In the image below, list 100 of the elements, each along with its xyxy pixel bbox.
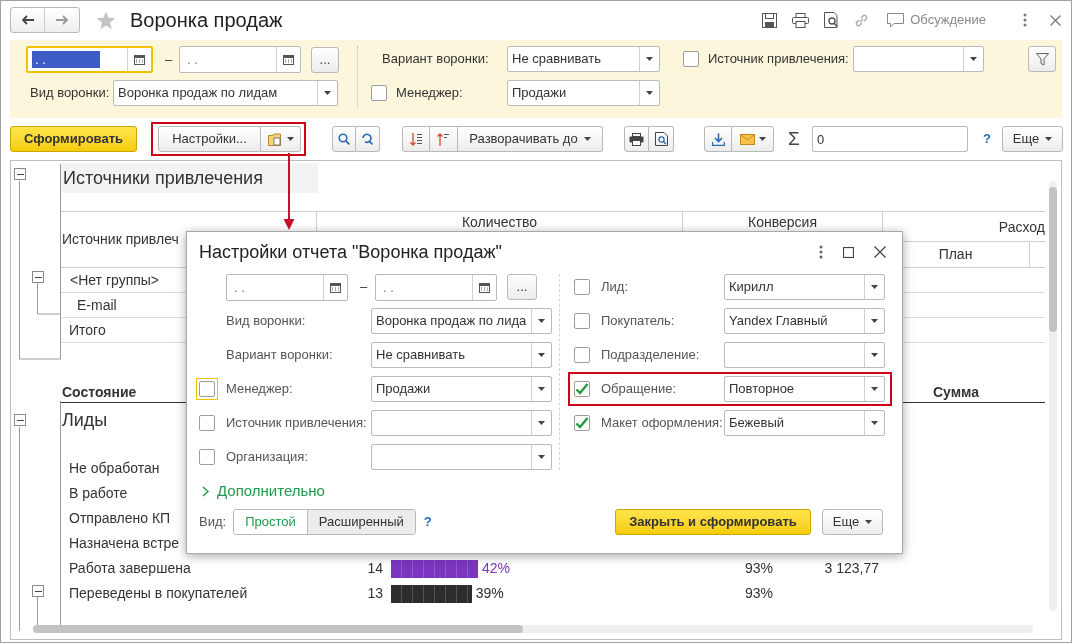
caret-icon <box>583 137 591 141</box>
print-button[interactable] <box>624 126 649 152</box>
column-header: Конверсия <box>748 213 817 231</box>
close-and-generate-button[interactable]: Закрыть и сформировать <box>615 509 811 535</box>
field-label: Вид воронки: <box>29 84 111 103</box>
more-options-toggle[interactable]: Дополнительно <box>202 480 325 502</box>
help-link[interactable]: ? <box>983 129 991 149</box>
percent-value: 42% <box>481 559 510 578</box>
search-button[interactable] <box>332 126 356 152</box>
settings-button[interactable]: Настройки... <box>158 126 261 152</box>
checkbox[interactable] <box>574 279 590 295</box>
select-field[interactable] <box>724 342 885 368</box>
view-tab[interactable]: Расширенный <box>306 510 415 534</box>
filter-icon <box>1035 52 1049 66</box>
select-field[interactable]: Продажи <box>507 80 660 106</box>
caret-icon <box>871 319 878 323</box>
select-field[interactable] <box>853 46 984 72</box>
checkbox[interactable] <box>574 381 590 397</box>
search-refresh-icon <box>361 133 374 145</box>
calendar-icon <box>134 54 145 65</box>
collapse-button[interactable] <box>14 168 26 180</box>
select-field[interactable] <box>371 444 552 470</box>
help-link[interactable]: ? <box>423 512 432 532</box>
column-header: Состояние <box>62 384 137 400</box>
link-icon[interactable] <box>854 12 870 28</box>
collapse-button[interactable] <box>14 414 26 426</box>
select-field[interactable]: Бежевый <box>724 410 885 436</box>
caret-icon <box>324 91 331 95</box>
select-field[interactable]: Воронка продаж по лида <box>371 308 552 334</box>
date-field[interactable]: . . <box>226 273 348 301</box>
select-field[interactable]: Не сравнивать <box>507 46 660 72</box>
close-icon[interactable] <box>874 246 886 258</box>
vertical-scrollbar[interactable] <box>1049 181 1057 611</box>
forward-arrow-icon <box>55 15 69 25</box>
preview-icon <box>654 132 668 146</box>
checkbox[interactable] <box>683 51 699 67</box>
select-field[interactable]: Не сравнивать <box>371 342 552 368</box>
close-icon[interactable] <box>1050 14 1061 26</box>
caret-icon <box>1045 137 1053 141</box>
print-icon[interactable] <box>792 12 810 28</box>
select-field[interactable] <box>371 410 552 436</box>
more-button[interactable]: Еще <box>1001 126 1063 152</box>
send-mail-button[interactable] <box>732 126 774 152</box>
sum-field[interactable]: 0 <box>812 126 968 152</box>
more-button[interactable]: Еще <box>822 509 883 535</box>
filter-button[interactable] <box>1028 46 1056 72</box>
star-icon[interactable] <box>96 10 116 30</box>
dialog-title: Настройки отчета "Воронка продаж" <box>199 240 502 264</box>
check-icon <box>575 417 589 429</box>
maximize-icon[interactable] <box>843 246 854 258</box>
caret-icon <box>865 520 873 524</box>
checkbox[interactable] <box>574 313 590 329</box>
discussion-button[interactable]: Обсуждение <box>887 10 986 30</box>
preview-button[interactable] <box>649 126 674 152</box>
search-refresh-button[interactable] <box>356 126 380 152</box>
period-button[interactable]: ... <box>311 46 339 73</box>
preview-icon[interactable] <box>824 12 840 28</box>
conversion-value: 93% <box>743 584 773 603</box>
select-field[interactable]: Кирилл <box>724 274 885 300</box>
horizontal-scrollbar[interactable] <box>33 625 1033 633</box>
checkbox[interactable] <box>574 415 590 431</box>
checkbox[interactable] <box>371 85 387 101</box>
select-field[interactable]: Продажи <box>371 376 552 402</box>
check-icon <box>575 383 589 395</box>
field-label: Вид: <box>199 513 227 532</box>
checkbox[interactable] <box>199 415 215 431</box>
collapse-button[interactable] <box>32 585 44 597</box>
more-icon[interactable] <box>1023 13 1027 27</box>
caret-icon <box>871 387 878 391</box>
expand-to-button[interactable]: Разворачивать до <box>458 126 603 152</box>
save-icon[interactable] <box>762 12 778 28</box>
date-field[interactable]: . . <box>26 46 153 73</box>
conversion-value: 93% <box>743 559 773 578</box>
period-button[interactable]: ... <box>507 274 537 300</box>
back-arrow-icon <box>20 15 35 25</box>
caret-icon <box>646 57 653 61</box>
generate-button[interactable]: Сформировать <box>10 126 137 152</box>
count-value: 13 <box>366 584 383 603</box>
date-field[interactable]: . . <box>375 273 497 301</box>
field-label: Менеджер: <box>396 84 464 103</box>
select-field[interactable]: Повторное <box>724 376 885 402</box>
more-icon[interactable] <box>819 245 823 259</box>
column-header: Источник привлеч <box>62 230 179 249</box>
field-label: Вариант воронки: <box>381 50 490 69</box>
field-label: Источник привлечения: <box>708 50 850 69</box>
checkbox[interactable] <box>199 449 215 465</box>
date-field[interactable]: . . <box>179 46 301 73</box>
select-field[interactable]: Yandex Главный <box>724 308 885 334</box>
group-title: Лиды <box>62 410 108 430</box>
calendar-icon <box>479 281 490 293</box>
collapse-button[interactable] <box>32 271 44 283</box>
select-field[interactable]: Воронка продаж по лидам <box>113 80 338 106</box>
calendar-icon <box>330 281 341 293</box>
checkbox[interactable] <box>574 347 590 363</box>
save-file-button[interactable] <box>704 126 732 152</box>
caret-icon <box>871 353 878 357</box>
caret-icon <box>871 421 878 425</box>
report-variant-button[interactable] <box>261 126 301 152</box>
sum-value: 3 123,77 <box>823 559 879 578</box>
sort-descending-button[interactable] <box>402 126 430 152</box>
